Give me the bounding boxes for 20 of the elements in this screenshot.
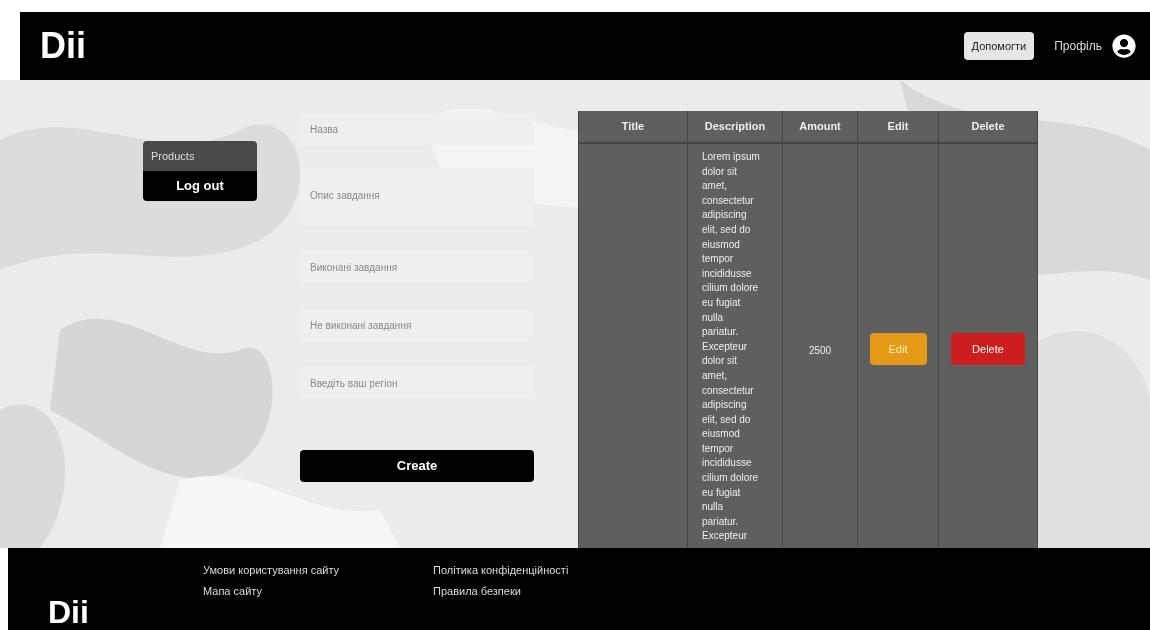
- help-button[interactable]: Допомогти: [963, 31, 1035, 61]
- column-header: Edit: [857, 111, 939, 143]
- sidebar-item[interactable]: Products: [143, 141, 257, 171]
- delete-button[interactable]: Delete: [951, 333, 1025, 365]
- column-header: Description: [687, 111, 783, 143]
- logo: Dii: [40, 24, 86, 68]
- footer-link[interactable]: Умови користування сайту: [203, 562, 433, 579]
- column-header: Amount: [782, 111, 858, 143]
- description-text: Lorem ipsum dolor sit amet, consectetur adipiscing elit, sed do eiusmod tempor incididusse cilium dolore eu fugiat nulla pariatur. Excepteur dolor sit amet, consectetur adipiscing elit, sed do eiusmod tempor incididusse cilium dolore eu fugiat nulla pariatur. Excepteur: [702, 150, 761, 544]
- column-header: Delete: [938, 111, 1038, 143]
- create-button[interactable]: Create: [300, 450, 534, 482]
- profile-link[interactable]: Профіль: [1054, 37, 1102, 55]
- column-header: Title: [578, 111, 688, 143]
- footer-link[interactable]: Мапа сайту: [203, 582, 433, 599]
- user-icon[interactable]: [1112, 34, 1136, 58]
- footer-link[interactable]: Політика конфіденційності: [433, 562, 663, 579]
- footer-logo: Dii: [48, 596, 90, 628]
- sidebar-item[interactable]: Log out: [143, 171, 257, 201]
- amount-text: 2500: [808, 345, 832, 356]
- footer-link[interactable]: Правила безпеки: [433, 582, 663, 599]
